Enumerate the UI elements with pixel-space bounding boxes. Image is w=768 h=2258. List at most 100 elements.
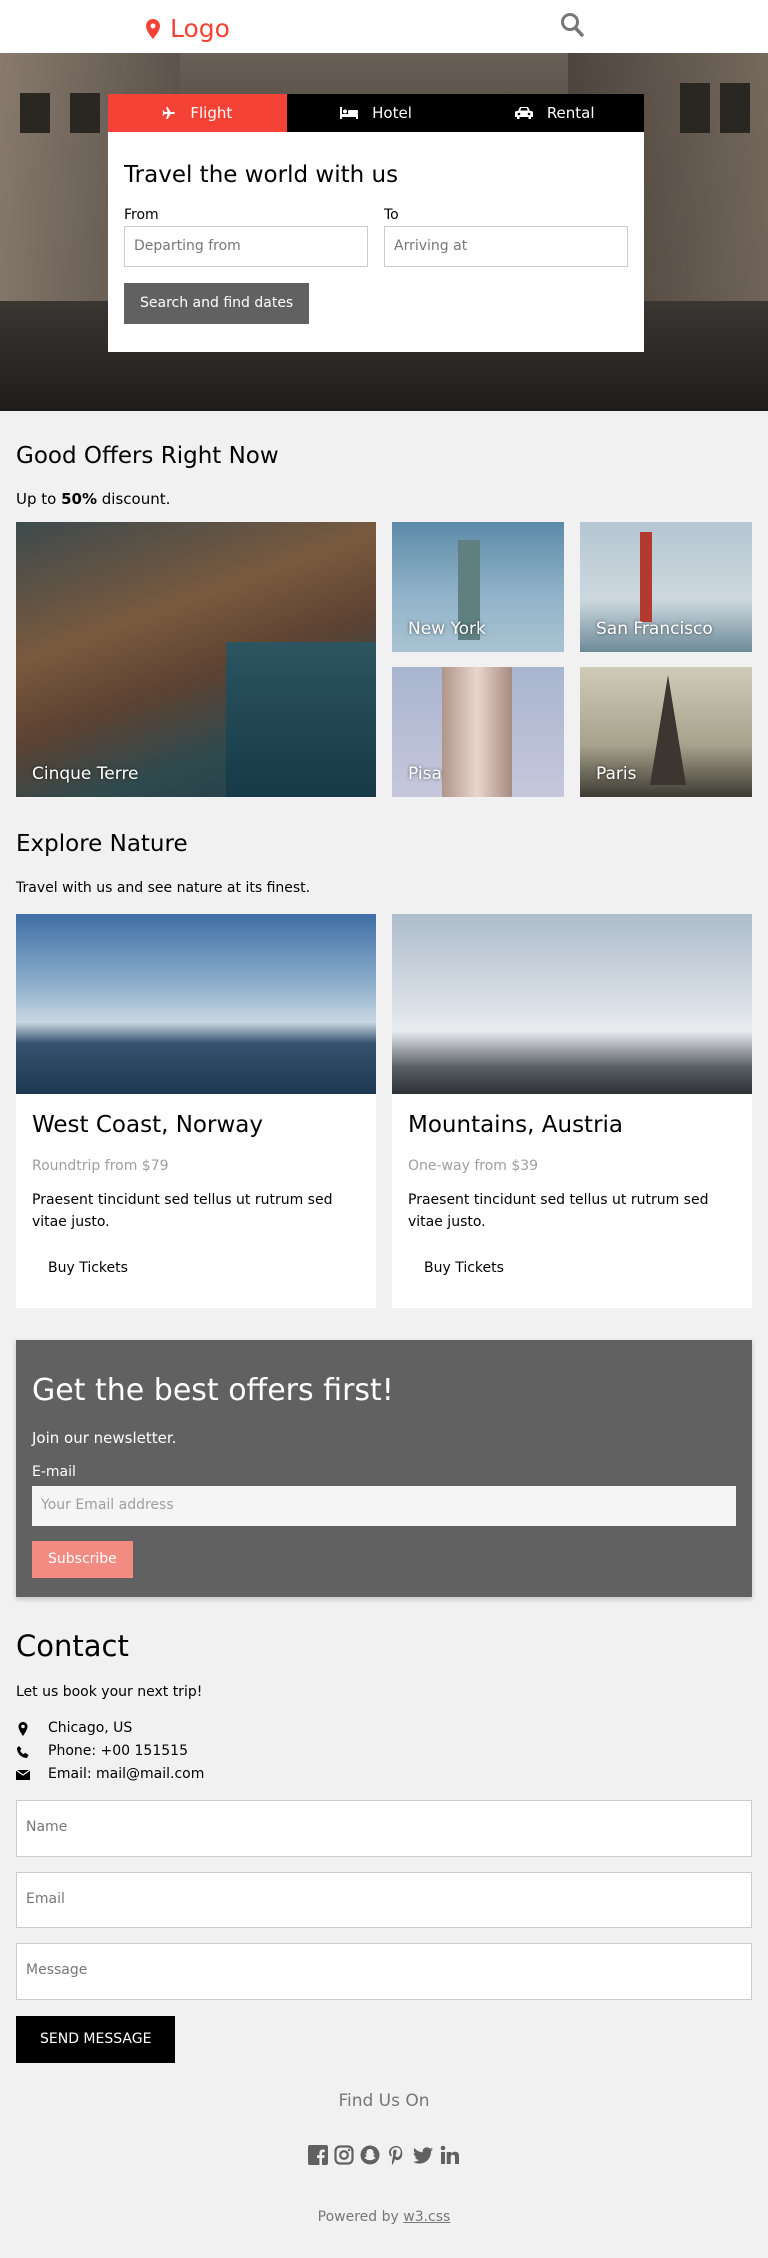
top-bar: Logo	[0, 0, 768, 53]
to-label: To	[384, 206, 399, 223]
tab-label: Rental	[546, 103, 595, 122]
message-input[interactable]: Message	[16, 1943, 752, 2000]
map-marker-icon	[18, 1721, 28, 1736]
card-price: One-way from $39	[408, 1158, 539, 1174]
offer-tile-san-francisco[interactable]: San Francisco	[580, 522, 752, 652]
nature-card: Mountains, Austria One-way from $39 Prae…	[392, 913, 752, 1308]
contact-email: Email: mail@mail.com	[16, 1763, 752, 1786]
eiffel-shape	[650, 675, 686, 785]
bed-icon	[340, 107, 359, 119]
send-message-button[interactable]: SEND MESSAGE	[16, 2016, 176, 2063]
tab-label: Flight	[190, 103, 233, 122]
location-text: Chicago, US	[48, 1720, 133, 1736]
email-input[interactable]: Email	[16, 1872, 752, 1928]
from-field-group: From Departing from	[124, 205, 368, 267]
facebook-icon[interactable]	[308, 2144, 328, 2172]
twitter-icon[interactable]	[412, 2145, 434, 2172]
search-button[interactable]	[560, 12, 584, 45]
booking-panel: Flight Hotel Rental Travel the world wit…	[108, 94, 644, 352]
sea-area	[226, 642, 376, 797]
offers-discount: 50%	[61, 489, 98, 508]
contact-form: Name Email Message SEND MESSAGE	[0, 1800, 768, 2063]
contact-location: Chicago, US	[16, 1717, 752, 1740]
logo[interactable]: Logo	[146, 10, 230, 48]
social-links	[0, 2144, 768, 2172]
to-input[interactable]: Arriving at	[384, 225, 628, 267]
linkedin-icon[interactable]	[440, 2145, 460, 2172]
hero-window	[720, 83, 750, 133]
card-description: Praesent tincidunt sed tellus ut rutrum …	[408, 1192, 709, 1231]
email-text: Email: mail@mail.com	[48, 1766, 205, 1782]
newsletter-subtitle: Join our newsletter.	[32, 1428, 177, 1447]
offers-section: Good Offers Right Now Up to 50% discount…	[0, 411, 768, 797]
instagram-icon[interactable]	[334, 2144, 354, 2172]
booking-tabs: Flight Hotel Rental	[108, 94, 644, 132]
pinterest-icon[interactable]	[386, 2145, 406, 2172]
contact-info: Chicago, US Phone: +00 151515 Email: mai…	[16, 1717, 752, 1786]
tab-label: Hotel	[372, 103, 412, 122]
search-icon	[561, 13, 584, 37]
card-description: Praesent tincidunt sed tellus ut rutrum …	[32, 1192, 333, 1231]
offer-tile-paris[interactable]: Paris	[580, 667, 752, 797]
contact-title: Contact	[16, 1628, 129, 1663]
card-title: Mountains, Austria	[408, 1111, 624, 1138]
w3css-link[interactable]: w3.css	[403, 2209, 450, 2225]
find-us-text: Find Us On	[338, 2091, 430, 2111]
nature-subtitle: Travel with us and see nature at its fin…	[16, 879, 311, 896]
nature-cards: West Coast, Norway Roundtrip from $79 Pr…	[16, 913, 752, 1308]
subscribe-button[interactable]: Subscribe	[32, 1540, 133, 1578]
envelope-icon	[16, 1769, 30, 1780]
contact-phone: Phone: +00 151515	[16, 1740, 752, 1763]
newsletter-title: Get the best offers first!	[32, 1372, 394, 1408]
offers-grid: Cinque Terre New York San Francisco Pisa…	[16, 522, 752, 797]
logo-text: Logo	[170, 14, 230, 43]
footer: Find Us On Powered by w3.css	[0, 2063, 768, 2258]
newsletter-panel: Get the best offers first! Join our news…	[16, 1339, 752, 1597]
card-image	[392, 913, 752, 1094]
buy-tickets-button[interactable]: Buy Tickets	[408, 1252, 520, 1285]
booking-fields: From Departing from To Arriving at	[124, 205, 628, 267]
hero-window	[680, 83, 710, 133]
offers-title: Good Offers Right Now	[16, 443, 279, 469]
car-icon	[514, 107, 533, 119]
newsletter-wrap: Get the best offers first! Join our news…	[0, 1308, 768, 1597]
name-input[interactable]: Name	[16, 1800, 752, 1857]
nature-card: West Coast, Norway Roundtrip from $79 Pr…	[16, 913, 376, 1308]
card-price: Roundtrip from $79	[32, 1158, 169, 1174]
email-label: E-mail	[32, 1463, 76, 1480]
contact-section: Contact Let us book your next trip! Chic…	[0, 1597, 768, 1787]
offer-tile-new-york[interactable]: New York	[392, 522, 564, 652]
search-dates-button[interactable]: Search and find dates	[124, 282, 310, 324]
offer-tile-pisa[interactable]: Pisa	[392, 667, 564, 797]
offer-tile-label: Paris	[596, 763, 637, 784]
offers-subtitle-post: discount.	[97, 489, 171, 508]
offer-tile-label: Pisa	[408, 763, 442, 784]
offers-subtitle-pre: Up to	[16, 489, 62, 508]
tab-flight[interactable]: Flight	[108, 94, 287, 132]
booking-title: Travel the world with us	[124, 162, 399, 188]
newsletter-email-input[interactable]: Your Email address	[32, 1485, 736, 1526]
bridge-tower	[640, 532, 652, 622]
tab-rental[interactable]: Rental	[465, 94, 644, 132]
hero-window	[70, 93, 100, 133]
tab-hotel[interactable]: Hotel	[287, 94, 466, 132]
to-field-group: To Arriving at	[384, 205, 628, 267]
from-input[interactable]: Departing from	[124, 225, 368, 267]
offer-tile-label: Cinque Terre	[32, 763, 139, 784]
nature-title: Explore Nature	[16, 831, 188, 857]
map-marker-icon	[146, 18, 160, 39]
card-image	[16, 913, 376, 1094]
from-label: From	[124, 206, 159, 223]
offers-subtitle: Up to 50% discount.	[16, 488, 752, 511]
offer-tile-label: San Francisco	[596, 618, 713, 639]
tower-shape	[442, 667, 512, 797]
plane-icon	[162, 107, 176, 119]
snapchat-icon[interactable]	[360, 2145, 380, 2172]
card-title: West Coast, Norway	[32, 1111, 263, 1138]
buy-tickets-button[interactable]: Buy Tickets	[32, 1252, 144, 1285]
offer-tile-cinque-terre[interactable]: Cinque Terre	[16, 522, 376, 797]
hero-banner: Flight Hotel Rental Travel the world wit…	[0, 53, 768, 411]
hero-window	[20, 93, 50, 133]
phone-text: Phone: +00 151515	[48, 1743, 188, 1759]
offer-tile-label: New York	[408, 618, 486, 639]
